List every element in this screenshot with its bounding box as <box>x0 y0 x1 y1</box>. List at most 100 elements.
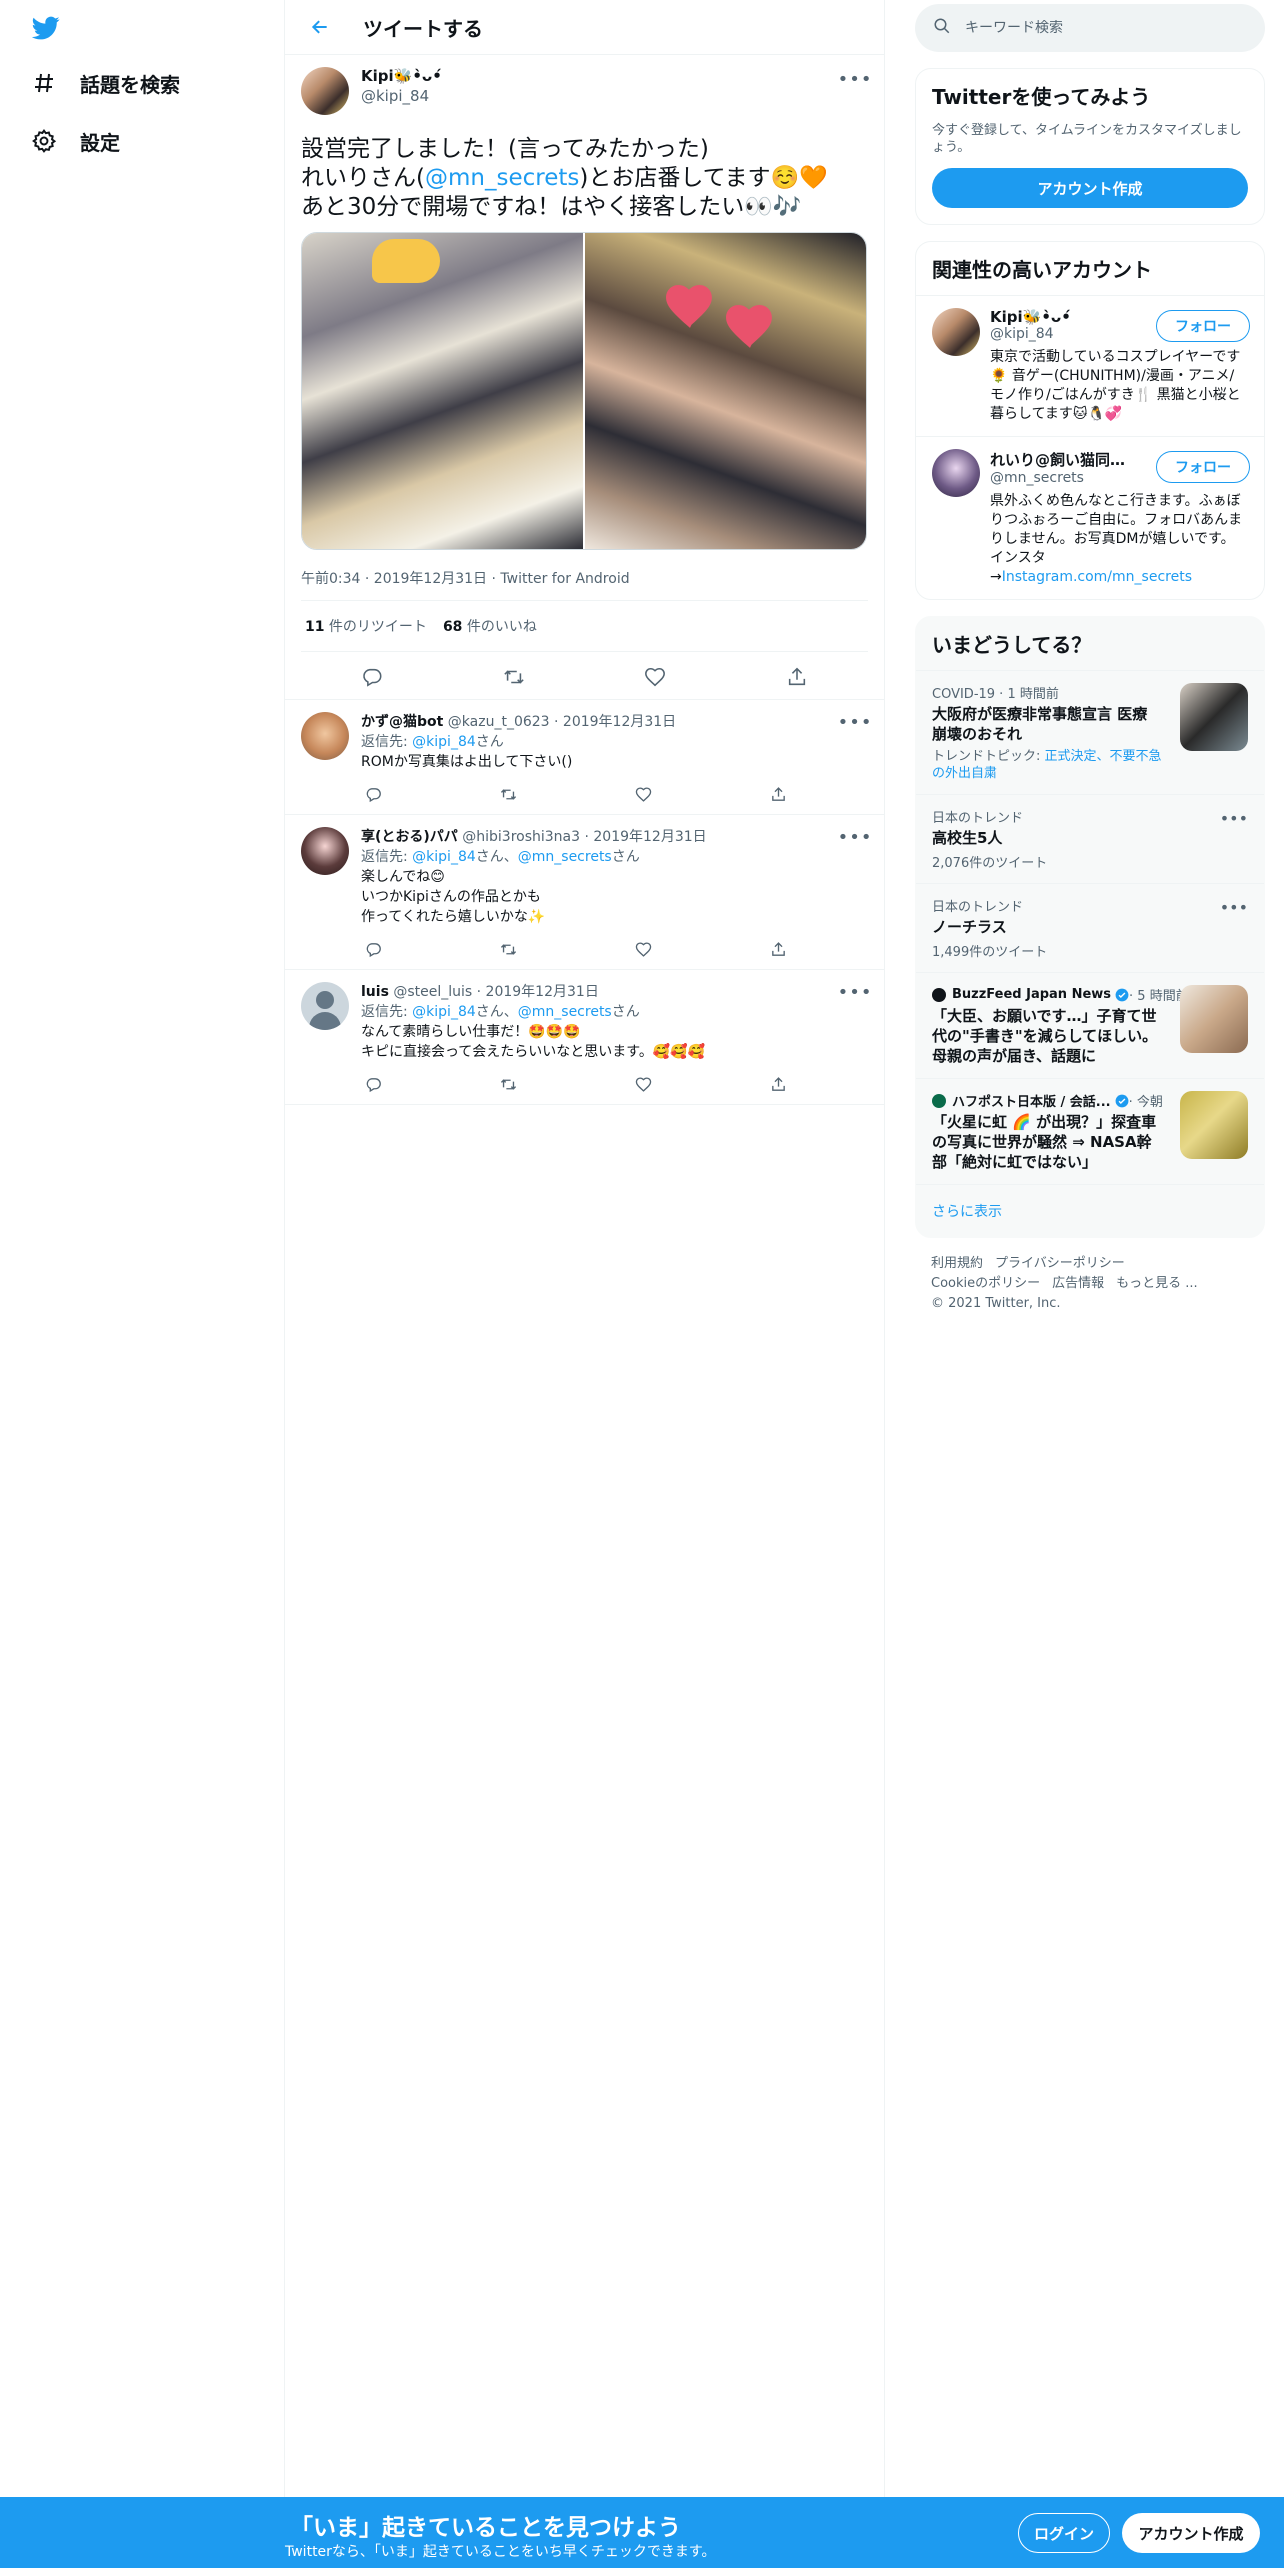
tweet-text-line: れいりさん( <box>301 165 425 191</box>
retweet-icon[interactable] <box>496 937 520 961</box>
share-icon[interactable] <box>767 782 791 806</box>
like-count-value: 68 <box>442 619 463 635</box>
follow-button[interactable]: フォロー <box>1156 310 1250 342</box>
retweet-count[interactable]: 11 件のリツイート <box>305 616 427 636</box>
reply-handle-date[interactable]: @kazu_t_0623 · 2019年12月31日 <box>448 714 676 730</box>
gear-icon <box>30 127 58 155</box>
left-nav: 話題を検索 設定 <box>0 0 285 2497</box>
source-logo-icon <box>932 1093 946 1108</box>
who-to-follow-panel: 関連性の高いアカウント Kipi🐝•̀ᴗ•́ @kipi_84 東京で活動してい… <box>915 241 1265 600</box>
tweet-timestamp[interactable]: 午前0:34 · 2019年12月31日 · Twitter for Andro… <box>301 568 868 588</box>
author-handle[interactable]: @kipi_84 <box>361 87 442 105</box>
mention-link[interactable]: @mn_secrets <box>518 849 612 865</box>
share-icon[interactable] <box>780 660 814 694</box>
like-icon[interactable] <box>632 782 656 806</box>
trend-item[interactable]: 日本のトレンド 高校生5人 2,076件のツイート ••• <box>916 794 1264 883</box>
footer-link[interactable]: 広告情報 <box>1052 1276 1104 1291</box>
footer-link[interactable]: もっと見る ... <box>1116 1276 1198 1291</box>
reply-icon[interactable] <box>361 937 385 961</box>
retweet-icon[interactable] <box>497 660 531 694</box>
trend-title: 「火星に虹 🌈 が出現？」探査車の写真に世界が騒然 ⇒ NASA幹部「絶対に虹で… <box>932 1113 1157 1171</box>
avatar[interactable] <box>932 449 980 497</box>
avatar[interactable] <box>301 827 349 875</box>
avatar[interactable] <box>301 712 349 760</box>
mention-link[interactable]: @mn_secrets <box>518 1004 612 1020</box>
nav-settings-label: 設定 <box>80 130 120 155</box>
retweet-icon[interactable] <box>496 782 520 806</box>
trend-item[interactable]: 日本のトレンド ノーチラス 1,499件のツイート ••• <box>916 883 1264 972</box>
nav-explore[interactable]: 話題を検索 <box>30 63 180 103</box>
account-name[interactable]: れいり@飼い猫同士... <box>990 449 1140 470</box>
reply-to: 返信先: @kipi_84さん、@mn_secretsさん <box>361 1002 868 1022</box>
footer-link[interactable]: Cookieのポリシー <box>931 1276 1040 1291</box>
footer-link[interactable]: プライバシーポリシー <box>995 1256 1125 1271</box>
tweet-photo[interactable] <box>302 233 583 549</box>
reply-author-name[interactable]: かず@猫bot <box>361 714 443 730</box>
trend-count: 2,076件のツイート <box>932 856 1048 871</box>
show-more-link[interactable]: さらに表示 <box>916 1184 1264 1237</box>
twitter-bird-icon[interactable] <box>30 14 62 42</box>
right-sidebar: Twitterを使ってみよう 今すぐ登録して、タイムラインをカスタマイズしましょ… <box>915 0 1265 1330</box>
more-icon[interactable]: ••• <box>838 827 872 848</box>
avatar[interactable] <box>301 67 349 115</box>
retweet-icon[interactable] <box>496 1072 520 1096</box>
like-icon[interactable] <box>638 660 672 694</box>
reply-author-name[interactable]: 享(とおる)パパ <box>361 829 458 845</box>
reply-to-label: 返信先: <box>361 1004 413 1020</box>
reply-icon[interactable] <box>361 1072 385 1096</box>
trend-item[interactable]: BuzzFeed Japan News · 5 時間前 「大臣、お願いです…」子… <box>916 972 1264 1078</box>
nav-settings[interactable]: 設定 <box>30 121 120 161</box>
more-icon[interactable]: ••• <box>1220 898 1248 917</box>
account-card[interactable]: れいり@飼い猫同士... @mn_secrets 県外ふくめ色んなとこ行きます。… <box>916 436 1264 599</box>
trends-panel: いまどうしてる？ COVID-19 · 1 時間前 大阪府が医療非常事態宣言 医… <box>915 616 1265 1238</box>
mention-link[interactable]: @mn_secrets <box>425 165 579 191</box>
back-arrow-icon[interactable] <box>305 12 335 42</box>
reply-tweet[interactable]: ••• luis @steel_luis · 2019年12月31日 返信先: … <box>285 970 884 1105</box>
trend-context: 日本のトレンド <box>932 811 1024 826</box>
reply-tweet[interactable]: ••• 享(とおる)パパ @hibi3roshi3na3 · 2019年12月3… <box>285 815 884 970</box>
trend-item[interactable]: COVID-19 · 1 時間前 大阪府が医療非常事態宣言 医療崩壊のおそれ ト… <box>916 670 1264 794</box>
search-input[interactable] <box>965 20 1225 36</box>
reply-icon[interactable] <box>355 660 389 694</box>
news-source-name: BuzzFeed Japan News <box>952 987 1112 1002</box>
account-bio: 東京で活動しているコスプレイヤーです🌻 音ゲー(CHUNITHM)/漫画・アニメ… <box>990 349 1241 422</box>
trend-item[interactable]: ハフポスト日本版 / 会話... · 今朝 「火星に虹 🌈 が出現？」探査車の写… <box>916 1078 1264 1184</box>
reply-actions <box>361 937 791 961</box>
follow-button[interactable]: フォロー <box>1156 451 1250 483</box>
account-card[interactable]: Kipi🐝•̀ᴗ•́ @kipi_84 東京で活動しているコスプレイヤーです🌻 … <box>916 295 1264 436</box>
reply-handle-date[interactable]: @hibi3roshi3na3 · 2019年12月31日 <box>462 829 706 845</box>
reply-handle-date[interactable]: @steel_luis · 2019年12月31日 <box>393 984 598 1000</box>
mention-link[interactable]: @kipi_84 <box>412 1004 476 1020</box>
share-icon[interactable] <box>767 937 791 961</box>
mention-link[interactable]: @kipi_84 <box>412 734 476 750</box>
login-button[interactable]: ログイン <box>1018 2513 1110 2553</box>
more-icon[interactable]: ••• <box>838 712 872 733</box>
account-name[interactable]: Kipi🐝•̀ᴗ•́ <box>990 308 1140 326</box>
footer: 利用規約 プライバシーポリシー Cookieのポリシー 広告情報 もっと見る ... … <box>915 1238 1265 1330</box>
avatar[interactable] <box>932 308 980 356</box>
mention-link[interactable]: @kipi_84 <box>412 849 476 865</box>
like-count[interactable]: 68 件のいいね <box>443 616 537 636</box>
like-icon[interactable] <box>632 1072 656 1096</box>
share-icon[interactable] <box>767 1072 791 1096</box>
author-name[interactable]: Kipi🐝•̀ᴗ•́ <box>361 67 442 85</box>
footer-link[interactable]: 利用規約 <box>931 1256 983 1271</box>
reply-author-name[interactable]: luis <box>361 984 389 1000</box>
reply-icon[interactable] <box>361 782 385 806</box>
signup-button[interactable]: アカウント作成 <box>1122 2513 1260 2553</box>
reply-tweet[interactable]: ••• かず@猫bot @kazu_t_0623 · 2019年12月31日 返… <box>285 700 884 815</box>
avatar[interactable] <box>301 982 349 1030</box>
trends-title: いまどうしてる？ <box>932 633 1092 657</box>
tweet-photo[interactable] <box>585 233 866 549</box>
like-icon[interactable] <box>632 937 656 961</box>
tweet-stats: 11 件のリツイート 68 件のいいね <box>301 600 868 652</box>
source-logo-icon <box>932 987 946 1002</box>
search-box[interactable] <box>915 4 1265 52</box>
more-icon[interactable]: ••• <box>838 982 872 1003</box>
trend-topic-label: トレンドトピック: <box>932 749 1045 764</box>
more-icon[interactable]: ••• <box>1220 809 1248 828</box>
bio-link[interactable]: Instagram.com/mn_secrets <box>1002 569 1192 585</box>
news-source-name: ハフポスト日本版 / 会話... <box>952 1095 1111 1110</box>
more-icon[interactable]: ••• <box>838 69 872 90</box>
create-account-button[interactable]: アカウント作成 <box>932 168 1248 208</box>
